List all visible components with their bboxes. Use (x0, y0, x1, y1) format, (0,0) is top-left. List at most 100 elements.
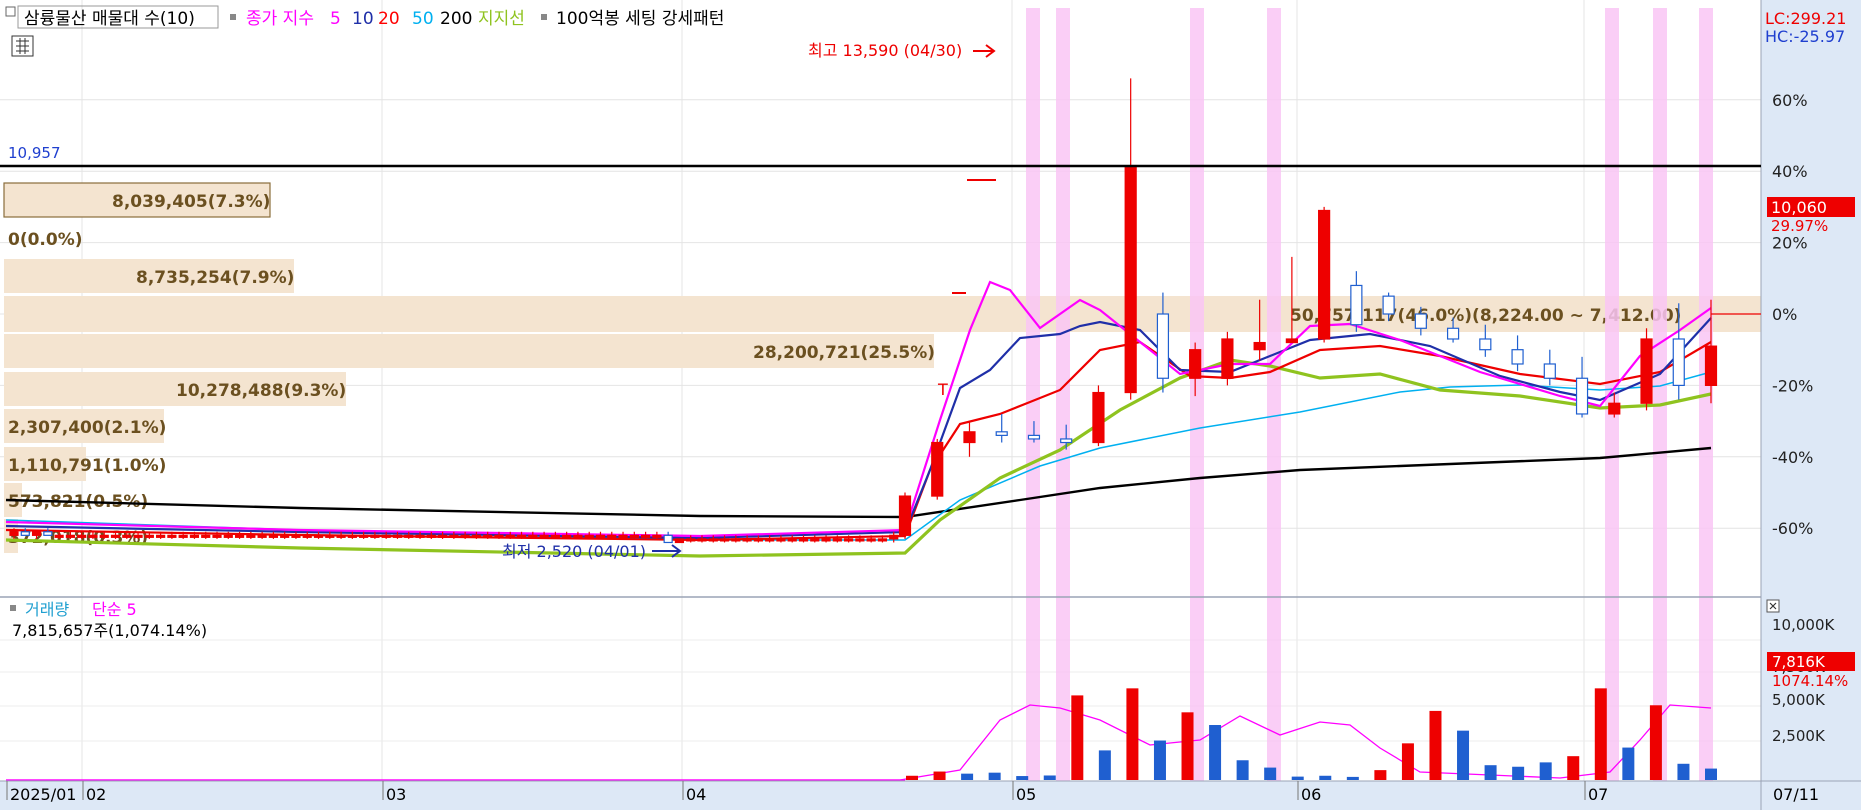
volume-bar (1236, 760, 1249, 780)
candle-body (336, 534, 346, 538)
candle-body (88, 534, 98, 538)
candle-body (122, 534, 132, 538)
candle-body (573, 534, 583, 538)
candle-body (404, 534, 414, 538)
candle-body (1285, 338, 1298, 344)
pattern-highlight (1267, 8, 1281, 781)
volume-title[interactable]: 거래량 (25, 600, 69, 619)
candle-body (483, 534, 493, 538)
candle-body (77, 534, 87, 538)
candle-body (201, 534, 211, 538)
candle-body (663, 534, 673, 544)
volume-bar (1401, 743, 1414, 780)
volume-ma-label[interactable]: 단순 5 (92, 600, 137, 619)
candle-body (832, 538, 842, 542)
ma-period-200: 200 (440, 9, 472, 29)
candle-body (1672, 338, 1685, 386)
volume-bar (1512, 766, 1525, 780)
volume-tick: 2,500K (1772, 727, 1826, 745)
candle-body (697, 538, 707, 542)
candle-body (562, 534, 572, 538)
candle-body (1414, 313, 1427, 329)
volume-profile-label: 8,735,254(7.9%) (136, 268, 294, 288)
candle-body (392, 534, 403, 538)
time-label: 02 (86, 785, 106, 804)
candle-body (189, 534, 200, 538)
ma-label[interactable]: 종가 지수 (246, 9, 314, 29)
candle-body (995, 431, 1008, 436)
candle-body (133, 534, 143, 538)
support-label[interactable]: 지지선 (478, 9, 525, 29)
candle-body (291, 534, 301, 538)
volume-bullet-icon (10, 605, 16, 611)
ma-bullet-icon (230, 14, 236, 20)
candle-body (1156, 313, 1170, 379)
time-label: 05 (1016, 785, 1036, 804)
pattern-highlight (1190, 8, 1204, 781)
price-tick: 60% (1772, 91, 1808, 110)
volume-tick: 10,000K (1772, 616, 1835, 634)
volume-bar (1016, 776, 1029, 780)
resistance-value: 10,957 (8, 144, 61, 162)
candle-body (99, 534, 109, 538)
volume-bar (1622, 747, 1635, 780)
ma-period-10: 10 (352, 9, 374, 29)
candle-body (505, 534, 515, 538)
ma-period-50: 50 (412, 9, 434, 29)
candle-body (516, 534, 527, 538)
candle-body (1511, 349, 1524, 365)
volume-bar (906, 775, 918, 780)
candle-body (437, 534, 448, 538)
candle-body (20, 531, 30, 536)
candle-body (584, 534, 594, 538)
candle-body (877, 538, 888, 542)
price-tick: -20% (1772, 376, 1813, 395)
volume-last-pct: 1074.14% (1772, 672, 1848, 690)
volume-bar (1539, 762, 1552, 780)
candle-body (144, 534, 154, 538)
candle-body (640, 534, 651, 538)
pattern-label[interactable]: 100억봉 세팅 강세패턴 (556, 9, 724, 29)
candle-body (1318, 209, 1331, 340)
candle-body (719, 538, 730, 542)
candle-body (1446, 327, 1460, 340)
candle-body (539, 534, 549, 538)
price-tick: -40% (1772, 448, 1813, 467)
ma-period-20: 20 (378, 9, 400, 29)
last-change: 29.97% (1771, 217, 1828, 235)
candle-body (494, 534, 504, 538)
candle-body (963, 431, 976, 444)
marker-t: T (937, 380, 948, 399)
ma-period-5: 5 (330, 9, 341, 29)
pattern-highlight (1026, 8, 1040, 781)
volume-bar (1043, 775, 1056, 780)
candle-body (268, 534, 279, 538)
candle-body (753, 538, 763, 542)
lc-label: LC:299.21 (1765, 9, 1846, 28)
candle-body (629, 534, 639, 538)
title-checkbox-icon[interactable] (5, 6, 16, 17)
time-label: 03 (386, 785, 406, 804)
candle-body (898, 495, 912, 536)
volume-bar (1264, 767, 1277, 780)
candle-body (1382, 295, 1395, 315)
candle-body (65, 534, 75, 538)
stock-chart[interactable]: 8,039,405(7.3%)0(0.0%)8,735,254(7.9%)50,… (0, 0, 1861, 810)
hc-label: HC:-25.97 (1765, 27, 1845, 46)
candle-body (1350, 284, 1363, 326)
candle-body (821, 538, 831, 542)
volume-bar (1705, 768, 1717, 780)
candle-body (731, 538, 741, 542)
candle-body (1124, 167, 1137, 394)
chart-title: 삼륭물산 매물대 수(10) (24, 9, 195, 29)
candle-body (246, 534, 256, 538)
volume-bar (1126, 688, 1139, 780)
candle-body (889, 534, 899, 540)
candle-body (415, 534, 425, 538)
time-label: 06 (1301, 785, 1321, 804)
candle-body (54, 534, 64, 538)
candle-body (1704, 345, 1718, 387)
candle-body (460, 534, 470, 538)
volume-bar (1291, 776, 1304, 780)
candle-body (1479, 338, 1492, 351)
